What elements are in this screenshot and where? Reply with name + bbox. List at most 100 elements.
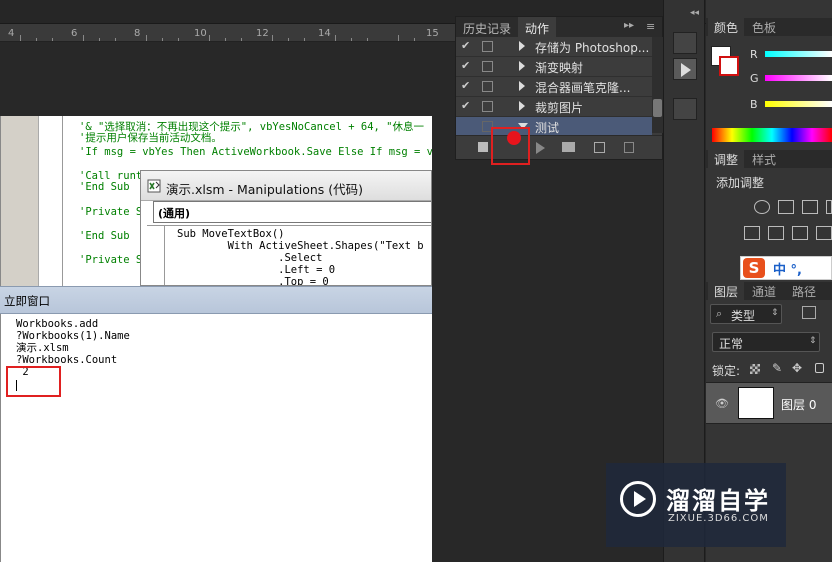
color-spectrum[interactable] — [712, 128, 832, 142]
channel-label: B — [750, 98, 758, 111]
module-code-area[interactable]: Sub MoveTextBox() With ActiveSheet.Shape… — [147, 225, 431, 285]
levels-icon[interactable] — [778, 200, 794, 214]
immediate-window[interactable]: Workbooks.add ?Workbooks(1).Name 演示.xlsm… — [0, 314, 432, 562]
layer-row[interactable]: 👁 图层 0 — [706, 382, 832, 424]
blue-slider[interactable] — [765, 101, 832, 107]
3d-panel-icon[interactable] — [673, 98, 697, 120]
ruler-tick: 14 — [318, 28, 331, 39]
history-panel-icon[interactable] — [673, 32, 697, 54]
tab-history[interactable]: 历史记录 — [456, 17, 518, 37]
ime-toolbar[interactable]: S 中 °, — [740, 256, 832, 280]
color-balance-icon[interactable] — [744, 226, 760, 240]
expand-panel-icon[interactable]: ▸▸ — [624, 20, 634, 31]
sogou-ime-icon[interactable]: S — [743, 258, 765, 278]
actions-panel-tabs: 历史记录 动作 ▸▸ ≡ — [456, 17, 662, 37]
tab-adjustments[interactable]: 调整 — [708, 150, 745, 168]
action-row[interactable]: ✔ 裁剪图片 — [456, 97, 652, 117]
new-action-icon[interactable] — [594, 142, 605, 153]
channel-mixer-icon[interactable] — [816, 226, 832, 240]
window-titlebar[interactable]: 演示.xlsm - Manipulations (代码) — [141, 171, 431, 201]
visibility-eye-icon[interactable]: 👁 — [715, 397, 729, 410]
watermark-url: ZIXUE.3D66.COM — [668, 513, 769, 524]
action-row[interactable]: ✔ 渐变映射 — [456, 57, 652, 77]
lock-transparency-icon[interactable] — [750, 364, 760, 374]
actions-scrollbar[interactable] — [652, 37, 663, 133]
expand-triangle-icon[interactable] — [519, 81, 525, 91]
check-icon[interactable]: ✔ — [461, 79, 470, 92]
check-icon[interactable]: ✔ — [461, 59, 470, 72]
dialog-toggle-icon[interactable] — [482, 41, 493, 52]
ruler-tick: 4 — [8, 28, 15, 39]
immediate-line: Workbooks.add — [16, 318, 99, 330]
lock-label: 锁定: — [712, 364, 741, 378]
object-dropdown[interactable]: (通用) — [153, 201, 431, 223]
watermark: 溜溜自学 ZIXUE.3D66.COM — [606, 463, 786, 547]
ime-mode-text[interactable]: 中 °, — [773, 259, 802, 278]
panel-menu-icon[interactable]: ≡ — [646, 20, 655, 33]
dialog-toggle-icon[interactable] — [482, 61, 493, 72]
action-row-selected[interactable]: 测试 — [456, 117, 652, 137]
lock-move-icon[interactable]: ✥ — [792, 361, 802, 375]
action-label: 混合器画笔克隆... — [535, 81, 631, 95]
actions-panel[interactable]: 历史记录 动作 ▸▸ ≡ ✔ 存储为 Photoshop... ✔ 渐变映射 ✔… — [455, 16, 663, 160]
collapse-arrows-icon[interactable]: ◂◂ — [690, 8, 699, 18]
tab-swatches[interactable]: 色板 — [746, 18, 782, 36]
expand-triangle-icon[interactable] — [519, 41, 525, 51]
immediate-line: ?Workbooks.Count — [16, 354, 118, 366]
object-dropdown-value: (通用) — [158, 207, 191, 220]
tab-color[interactable]: 颜色 — [708, 18, 745, 36]
annotation-highlight-box — [491, 127, 530, 165]
immediate-line: ?Workbooks(1).Name — [16, 330, 130, 342]
photo-filter-icon[interactable] — [792, 226, 808, 240]
channel-label: G — [750, 72, 759, 85]
foreground-color-swatch[interactable] — [719, 56, 739, 76]
actions-footer — [456, 135, 662, 159]
action-row[interactable]: ✔ 混合器画笔克隆... — [456, 77, 652, 97]
brightness-icon[interactable] — [754, 200, 770, 214]
blend-mode-select[interactable]: 正常 ⇕ — [712, 332, 820, 352]
tab-actions[interactable]: 动作 — [518, 17, 557, 37]
tab-paths[interactable]: 路径 — [786, 282, 822, 300]
code-gutter — [1, 116, 39, 286]
lock-brush-icon[interactable]: ✎ — [772, 361, 782, 375]
green-slider[interactable] — [765, 75, 832, 81]
tab-styles[interactable]: 样式 — [746, 150, 782, 168]
channel-label: R — [750, 48, 758, 61]
black-white-icon[interactable] — [768, 226, 784, 240]
module-code-window[interactable]: 演示.xlsm - Manipulations (代码) (通用) Sub Mo… — [140, 170, 432, 286]
play-icon[interactable] — [536, 142, 545, 154]
curves-icon[interactable] — [802, 200, 818, 214]
dialog-toggle-icon[interactable] — [482, 81, 493, 92]
code-line: 'Private Su — [79, 206, 149, 218]
expand-triangle-icon[interactable] — [519, 101, 525, 111]
check-icon[interactable]: ✔ — [461, 99, 470, 112]
stop-icon[interactable] — [478, 142, 488, 152]
scrollbar-thumb[interactable] — [653, 99, 662, 117]
expand-triangle-icon[interactable] — [519, 61, 525, 71]
check-icon[interactable]: ✔ — [461, 39, 470, 52]
tab-layers[interactable]: 图层 — [708, 282, 745, 300]
code-line: Sub MoveTextBox() — [177, 228, 285, 240]
image-filter-icon[interactable] — [802, 306, 816, 319]
actions-panel-icon[interactable] — [673, 58, 697, 80]
layer-filter-select[interactable]: ⌕ 类型 ⇕ — [710, 304, 782, 324]
adjust-panel-tabs: 调整 样式 — [706, 150, 832, 168]
watermark-title: 溜溜自学 — [666, 487, 770, 515]
code-line: With ActiveSheet.Shapes("Text b — [177, 240, 424, 252]
dialog-toggle-icon[interactable] — [482, 101, 493, 112]
code-margin — [39, 116, 63, 286]
exposure-icon[interactable] — [826, 200, 832, 214]
blend-mode-value: 正常 — [719, 337, 744, 351]
immediate-window-titlebar[interactable]: 立即窗口 — [0, 286, 432, 314]
code-line: .Left = 0 — [177, 264, 336, 276]
lock-all-icon[interactable] — [815, 363, 824, 373]
action-row[interactable]: ✔ 存储为 Photoshop... — [456, 37, 652, 57]
window-title: 演示.xlsm - Manipulations (代码) — [166, 182, 364, 197]
ruler-tick: 8 — [134, 28, 141, 39]
tab-channels[interactable]: 通道 — [746, 282, 782, 300]
canvas-area — [0, 42, 455, 118]
red-slider[interactable] — [765, 51, 832, 57]
trash-icon[interactable] — [624, 142, 634, 153]
folder-icon[interactable] — [562, 142, 575, 152]
layer-name[interactable]: 图层 0 — [781, 396, 816, 413]
